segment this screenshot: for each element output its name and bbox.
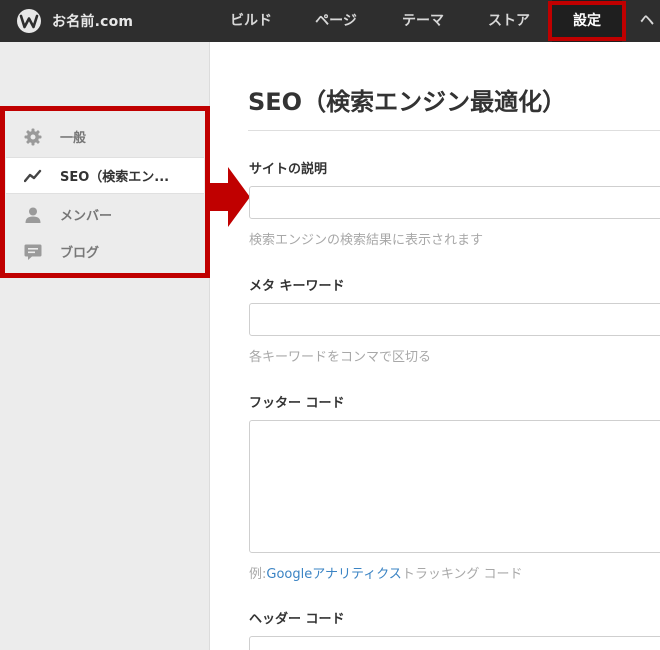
footer-code-label: フッター コード	[249, 396, 345, 411]
page-title: SEO（検索エンジン最適化）	[248, 88, 567, 116]
weebly-logo-icon[interactable]	[16, 8, 42, 34]
site-description-label: サイトの説明	[249, 162, 328, 177]
nav-store[interactable]: ストア	[474, 0, 544, 42]
google-analytics-link[interactable]: Googleアナリティクス	[266, 567, 401, 582]
footer-code-hint: 例:Googleアナリティクストラッキング コード	[249, 563, 523, 582]
title-divider	[248, 130, 660, 131]
meta-keywords-hint: 各キーワードをコンマで区切る	[249, 350, 432, 365]
meta-keywords-input[interactable]	[249, 303, 660, 336]
top-navigation-bar: お名前.com ビルド ページ テーマ ストア 設定 ヘ	[0, 0, 660, 42]
pointer-arrow-icon	[208, 167, 250, 227]
nav-build[interactable]: ビルド	[218, 0, 284, 42]
site-description-input[interactable]	[249, 186, 660, 219]
header-code-textarea[interactable]	[249, 636, 660, 650]
hint-prefix: 例:	[249, 567, 267, 582]
header-code-label: ヘッダー コード	[249, 612, 345, 627]
sidebar-highlight-box	[0, 106, 210, 278]
site-description-hint: 検索エンジンの検索結果に表示されます	[249, 233, 484, 248]
brand-name[interactable]: お名前.com	[52, 11, 133, 31]
meta-keywords-label: メタ キーワード	[249, 279, 345, 294]
footer-code-textarea[interactable]	[249, 420, 660, 553]
nav-pages[interactable]: ページ	[300, 0, 372, 42]
nav-theme[interactable]: テーマ	[388, 0, 458, 42]
hint-suffix: トラッキング コード	[401, 567, 523, 582]
nav-help[interactable]: ヘ	[640, 0, 660, 42]
settings-highlight-box	[548, 1, 626, 41]
